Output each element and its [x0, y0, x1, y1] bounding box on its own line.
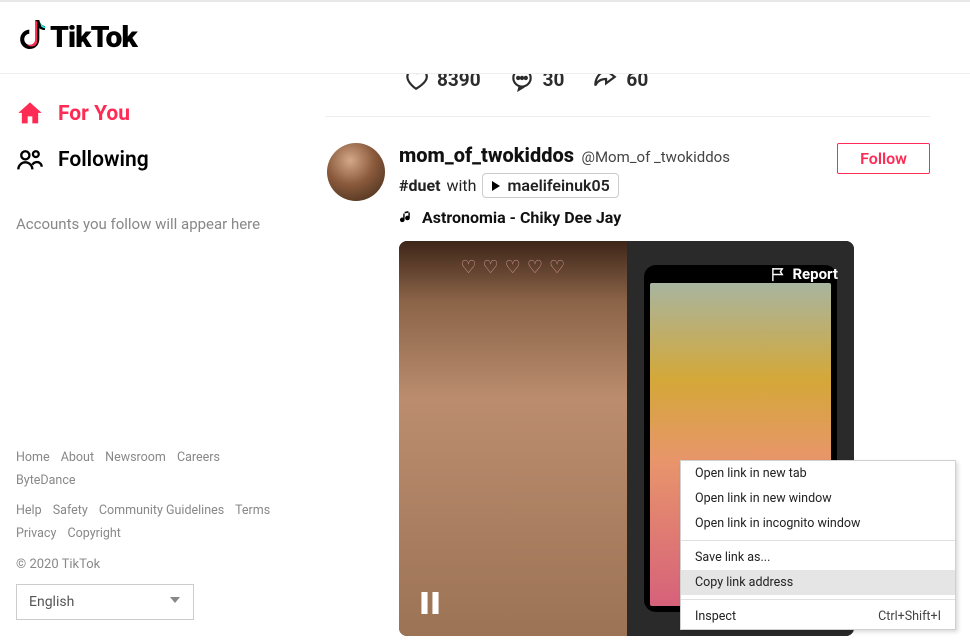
- footer-link[interactable]: Terms: [235, 503, 270, 518]
- ctx-open-incognito[interactable]: Open link in incognito window: [681, 511, 955, 536]
- footer-link[interactable]: Community Guidelines: [99, 503, 224, 518]
- home-icon: [16, 100, 44, 128]
- user-line[interactable]: mom_of_twokiddos @Mom_of _twokiddos: [399, 143, 730, 167]
- nav-label: Following: [58, 148, 149, 172]
- ctx-shortcut: Ctrl+Shift+I: [878, 609, 941, 624]
- logo[interactable]: TikTok: [16, 20, 137, 56]
- username: mom_of_twokiddos: [399, 143, 574, 167]
- referenced-video-link[interactable]: maelifeinuk05: [482, 173, 618, 198]
- footer-link[interactable]: Privacy: [16, 526, 56, 541]
- avatar[interactable]: [327, 143, 385, 201]
- nav-label: For You: [58, 102, 130, 126]
- caption-text: with: [447, 176, 477, 195]
- footer-link[interactable]: About: [61, 450, 94, 465]
- footer-link[interactable]: Home: [16, 450, 50, 465]
- people-icon: [16, 146, 44, 174]
- footer-link[interactable]: Copyright: [68, 526, 121, 541]
- ctx-open-new-tab[interactable]: Open link in new tab: [681, 461, 955, 486]
- ctx-separator: [681, 599, 955, 600]
- pause-button[interactable]: [421, 592, 439, 620]
- report-button[interactable]: Report: [771, 265, 838, 283]
- follow-button[interactable]: Follow: [837, 143, 930, 174]
- nav-following[interactable]: Following: [16, 146, 297, 174]
- footer-link[interactable]: Safety: [53, 503, 88, 518]
- language-label: English: [29, 594, 74, 610]
- user-handle: @Mom_of _twokiddos: [581, 148, 730, 166]
- sidebar: For You Following Accounts you follow wi…: [0, 0, 325, 640]
- ctx-copy-link-address[interactable]: Copy link address: [681, 570, 955, 595]
- footer-link[interactable]: Help: [16, 503, 42, 518]
- header: TikTok: [0, 0, 970, 74]
- footer-link[interactable]: Newsroom: [105, 450, 166, 465]
- footer-row-1: Home About Newsroom Careers ByteDance: [16, 447, 297, 492]
- footer-link[interactable]: Careers: [177, 450, 220, 465]
- nav: For You Following: [16, 100, 297, 174]
- logo-text: TikTok: [50, 20, 137, 55]
- music-note-icon: [399, 210, 414, 225]
- footer-row-2: Help Safety Community Guidelines Terms P…: [16, 500, 297, 545]
- ctx-open-new-window[interactable]: Open link in new window: [681, 486, 955, 511]
- chevron-down-icon: [169, 594, 181, 610]
- copyright: © 2020 TikTok: [16, 557, 297, 572]
- following-hint: Accounts you follow will appear here: [16, 212, 297, 236]
- flag-icon: [771, 267, 786, 282]
- ctx-separator: [681, 540, 955, 541]
- caption: #duet with maelifeinuk05: [399, 173, 730, 198]
- heart-filter-overlay: ♡♡♡♡♡: [460, 257, 565, 278]
- footer-links: Home About Newsroom Careers ByteDance He…: [16, 447, 297, 545]
- footer-link[interactable]: ByteDance: [16, 473, 76, 488]
- music-line[interactable]: Astronomia - Chiky Dee Jay: [399, 208, 730, 227]
- language-selector[interactable]: English: [16, 584, 194, 620]
- pause-icon: [421, 592, 439, 614]
- play-icon: [491, 181, 501, 191]
- tiktok-icon: [16, 20, 48, 56]
- duet-left-pane: ♡♡♡♡♡: [399, 241, 627, 636]
- hashtag[interactable]: #duet: [399, 176, 441, 195]
- ctx-save-link[interactable]: Save link as...: [681, 545, 955, 570]
- context-menu: Open link in new tab Open link in new wi…: [680, 460, 956, 630]
- nav-for-you[interactable]: For You: [16, 100, 297, 128]
- ctx-inspect[interactable]: Inspect Ctrl+Shift+I: [681, 604, 955, 629]
